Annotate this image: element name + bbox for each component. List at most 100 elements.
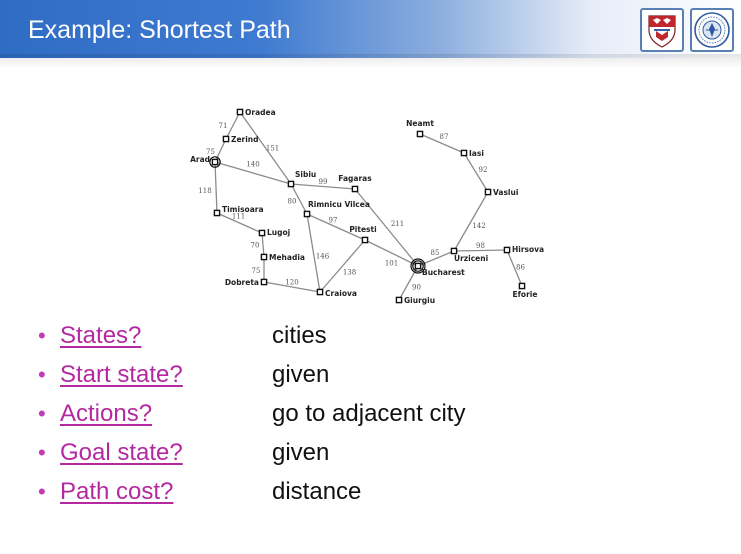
city-label-neamt: Neamt bbox=[406, 119, 434, 128]
list-item-path-cost: • Path cost? distance bbox=[38, 476, 518, 515]
city-marker bbox=[361, 236, 369, 244]
road-distance-label: 146 bbox=[316, 253, 330, 261]
road-distance-label: 92 bbox=[479, 166, 488, 174]
city-label-hirsova: Hirsova bbox=[512, 245, 544, 254]
road-urziceni-hirsova bbox=[453, 249, 508, 252]
city-label-lugoj: Lugoj bbox=[267, 228, 290, 237]
road-zerind-arad bbox=[214, 138, 227, 163]
list-item-actions: • Actions? go to adjacent city bbox=[38, 398, 518, 437]
road-distance-label: 101 bbox=[385, 260, 398, 268]
road-arad-timisoara bbox=[214, 161, 218, 214]
city-node-rimnicu: Rimnicu Vilcea bbox=[303, 200, 370, 218]
city-label-giurgiu: Giurgiu bbox=[404, 296, 435, 305]
city-label-iasi: Iasi bbox=[469, 149, 484, 158]
city-marker bbox=[460, 149, 468, 157]
city-label-vaslui: Vaslui bbox=[493, 188, 518, 197]
road-distance-label: 71 bbox=[219, 122, 228, 130]
city-label-pitesti: Pitesti bbox=[349, 225, 376, 234]
city-label-timisoara: Timisoara bbox=[222, 205, 264, 214]
bullet-icon: • bbox=[38, 323, 46, 348]
city-label-dobreta: Dobreta bbox=[225, 278, 259, 287]
road-distance-label: 90 bbox=[412, 284, 421, 292]
city-marker bbox=[211, 158, 219, 166]
city-marker bbox=[518, 282, 526, 290]
goal-state-question-link[interactable]: Goal state? bbox=[60, 439, 183, 467]
romania-road-map: 7175 151140118111707512099809714613810121… bbox=[190, 108, 544, 305]
road-distance-label: 211 bbox=[391, 220, 404, 228]
city-label-oradea: Oradea bbox=[245, 108, 276, 117]
road-lugoj-mehadia bbox=[261, 232, 265, 258]
bullet-icon: • bbox=[38, 362, 46, 387]
city-node-pitesti: Pitesti bbox=[349, 225, 377, 244]
states-question-link[interactable]: States? bbox=[60, 322, 141, 350]
city-label-bucharest: Bucharest bbox=[422, 268, 465, 277]
city-marker bbox=[258, 229, 266, 237]
list-item-start-state: • Start state? given bbox=[38, 359, 518, 398]
city-marker bbox=[484, 188, 492, 196]
road-distance-label: 140 bbox=[246, 161, 259, 169]
city-label-urziceni: Urziceni bbox=[454, 254, 488, 263]
city-marker bbox=[351, 185, 359, 193]
road-distance-label: 86 bbox=[516, 264, 525, 272]
city-node-zerind: Zerind bbox=[222, 135, 259, 144]
start-state-answer: given bbox=[272, 361, 330, 388]
city-node-vaslui: Vaslui bbox=[484, 188, 518, 197]
city-marker bbox=[287, 180, 295, 188]
city-label-craiova: Craiova bbox=[325, 289, 357, 298]
goal-state-answer: given bbox=[272, 439, 330, 466]
city-label-zerind: Zerind bbox=[231, 135, 259, 144]
road-craiova-pitesti bbox=[319, 239, 366, 293]
city-node-fagaras: Fagaras bbox=[338, 174, 372, 193]
city-node-hirsova: Hirsova bbox=[503, 245, 544, 254]
road-distance-label: 87 bbox=[440, 133, 449, 141]
city-label-sibiu: Sibiu bbox=[295, 170, 316, 179]
actions-question-link[interactable]: Actions? bbox=[60, 400, 152, 428]
city-node-neamt: Neamt bbox=[406, 119, 434, 138]
city-marker bbox=[260, 253, 268, 261]
city-marker bbox=[450, 247, 458, 255]
path-cost-question-link[interactable]: Path cost? bbox=[60, 478, 173, 506]
road-distance-label: 99 bbox=[319, 178, 328, 186]
list-item-states: • States? cities bbox=[38, 320, 518, 359]
city-label-rimnicu: Rimnicu Vilcea bbox=[308, 200, 370, 209]
list-item-goal-state: • Goal state? given bbox=[38, 437, 518, 476]
road-distance-label: 142 bbox=[472, 222, 485, 230]
city-marker bbox=[213, 209, 221, 217]
road-distance-label: 138 bbox=[343, 269, 356, 277]
city-node-craiova: Craiova bbox=[316, 288, 357, 298]
city-marker bbox=[303, 210, 311, 218]
city-marker bbox=[236, 108, 244, 116]
road-distance-label: 85 bbox=[431, 249, 440, 257]
city-marker bbox=[416, 130, 424, 138]
city-node-eforie: Eforie bbox=[513, 282, 538, 299]
round-seal-logo bbox=[690, 8, 734, 52]
city-marker bbox=[395, 296, 403, 304]
city-marker bbox=[222, 135, 230, 143]
city-label-eforie: Eforie bbox=[513, 290, 538, 299]
start-state-question-link[interactable]: Start state? bbox=[60, 361, 183, 389]
city-node-sibiu: Sibiu bbox=[287, 170, 316, 188]
road-distance-label: 151 bbox=[266, 145, 279, 153]
road-distance-label: 120 bbox=[285, 279, 298, 287]
road-distance-label: 118 bbox=[198, 187, 211, 195]
bullet-icon: • bbox=[38, 479, 46, 504]
actions-answer: go to adjacent city bbox=[272, 400, 466, 427]
city-node-giurgiu: Giurgiu bbox=[395, 296, 435, 305]
title-bar-shadow bbox=[0, 54, 741, 68]
city-node-dobreta: Dobreta bbox=[225, 278, 268, 287]
city-label-fagaras: Fagaras bbox=[338, 174, 372, 183]
problem-definition-list: • States? cities • Start state? given • … bbox=[38, 320, 518, 515]
road-distance-label: 80 bbox=[288, 198, 297, 206]
city-node-lugoj: Lugoj bbox=[258, 228, 290, 237]
city-label-arad: Arad bbox=[190, 155, 210, 164]
crest-shield-icon bbox=[648, 15, 676, 48]
city-marker bbox=[316, 288, 324, 296]
city-marker bbox=[414, 262, 422, 270]
city-label-mehadia: Mehadia bbox=[269, 253, 305, 262]
bullet-icon: • bbox=[38, 401, 46, 426]
path-cost-answer: distance bbox=[272, 478, 362, 505]
road-distance-label: 97 bbox=[329, 217, 338, 225]
road-distance-label: 75 bbox=[252, 267, 261, 275]
city-node-iasi: Iasi bbox=[460, 149, 484, 158]
road-distance-label: 70 bbox=[251, 242, 260, 250]
